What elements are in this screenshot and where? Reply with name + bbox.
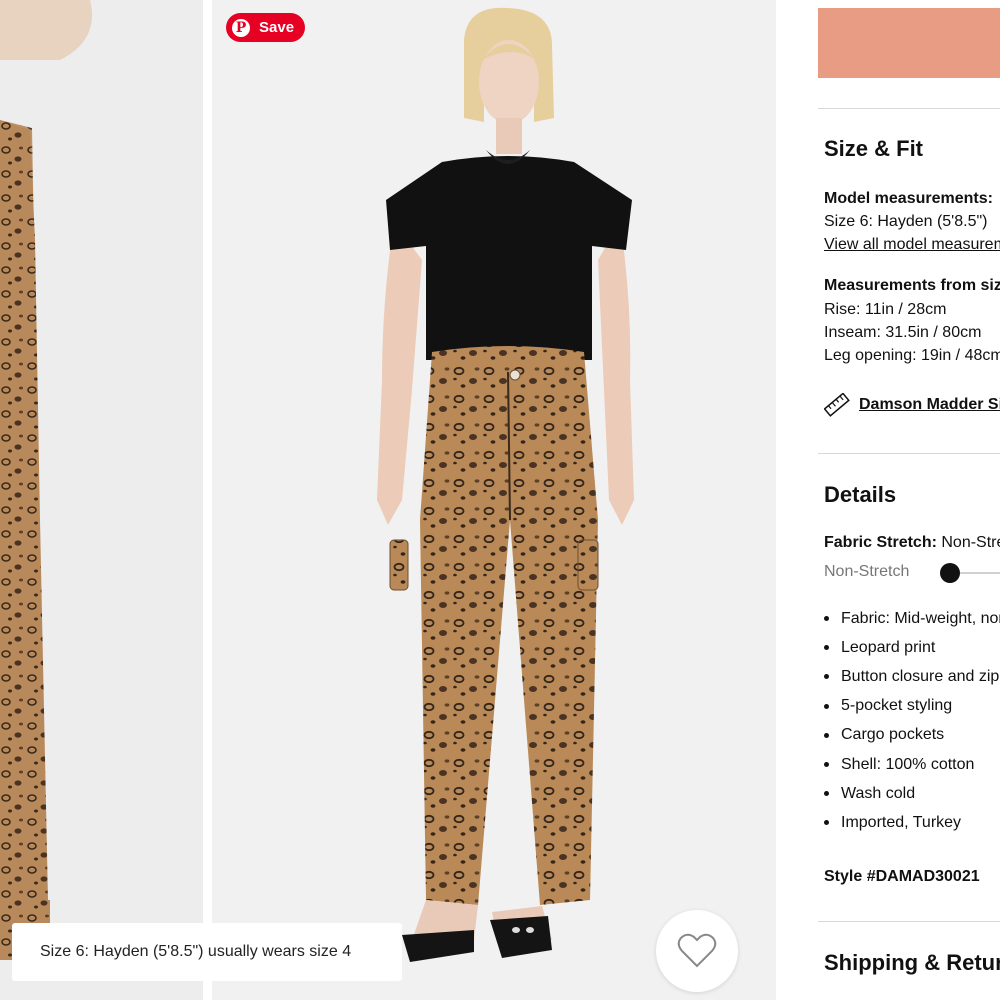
- heart-icon: [677, 933, 717, 968]
- product-image-main[interactable]: [212, 0, 776, 1000]
- add-to-wishlist-button[interactable]: [656, 910, 738, 992]
- stretch-scale-indicator: [940, 563, 960, 583]
- model-size-caption: Size 6: Hayden (5'8.5") usually wears si…: [12, 923, 402, 981]
- product-photo-previous: [0, 0, 203, 1000]
- product-image-previous[interactable]: [0, 0, 203, 1000]
- model-measurements-label: Model measurements:: [824, 190, 993, 207]
- leg-opening-value: Leg opening: 19in / 48cm: [824, 347, 1000, 364]
- model-measurements-value: Size 6: Hayden (5'8.5"): [824, 213, 988, 230]
- product-info-panel: Size & Fit Model measurements: Size 6: H…: [818, 0, 1000, 1000]
- rise-value: Rise: 11in / 28cm: [824, 301, 947, 318]
- fabric-stretch-label: Fabric Stretch:: [824, 534, 937, 551]
- pinterest-icon: P: [232, 18, 250, 37]
- size-guide-link[interactable]: Damson Madder Size Guide: [859, 396, 1000, 414]
- measurements-label: Measurements from size: [824, 277, 1000, 294]
- list-item: Leopard print: [824, 633, 1000, 662]
- list-item: Shell: 100% cotton: [824, 750, 1000, 779]
- pinterest-save-button[interactable]: P Save: [226, 13, 305, 42]
- ruler-icon: [824, 393, 850, 417]
- fabric-stretch-value: Non-Stretch: [941, 534, 1000, 551]
- list-item: Fabric: Mid-weight, non-stretch denim: [824, 604, 1000, 633]
- list-item: Imported, Turkey: [824, 808, 1000, 837]
- list-item: Cargo pockets: [824, 721, 1000, 750]
- view-all-measurements-link[interactable]: View all model measurements: [824, 236, 1000, 254]
- divider: [818, 921, 1000, 922]
- fabric-stretch-row: Fabric Stretch: Non-Stretch: [824, 534, 1000, 552]
- product-photo-model: [212, 0, 776, 1000]
- details-heading: Details: [824, 482, 897, 507]
- model-size-caption-text: Size 6: Hayden (5'8.5") usually wears si…: [40, 943, 352, 960]
- add-to-bag-button[interactable]: [818, 8, 1000, 78]
- save-label: Save: [259, 19, 295, 36]
- list-item: Button closure and zip fly: [824, 662, 1000, 691]
- style-number: Style #DAMAD30021: [824, 868, 980, 885]
- shipping-returns-heading[interactable]: Shipping & Returns: [824, 950, 1000, 976]
- stretch-scale-label: Non-Stretch: [824, 563, 910, 580]
- inseam-value: Inseam: 31.5in / 80cm: [824, 324, 982, 341]
- size-fit-heading: Size & Fit: [824, 136, 924, 161]
- details-list: Fabric: Mid-weight, non-stretch denim Le…: [824, 604, 1000, 838]
- divider: [818, 453, 1000, 454]
- stretch-scale-track: [960, 572, 1000, 574]
- list-item: Wash cold: [824, 779, 1000, 808]
- divider: [818, 108, 1000, 109]
- list-item: 5-pocket styling: [824, 692, 1000, 721]
